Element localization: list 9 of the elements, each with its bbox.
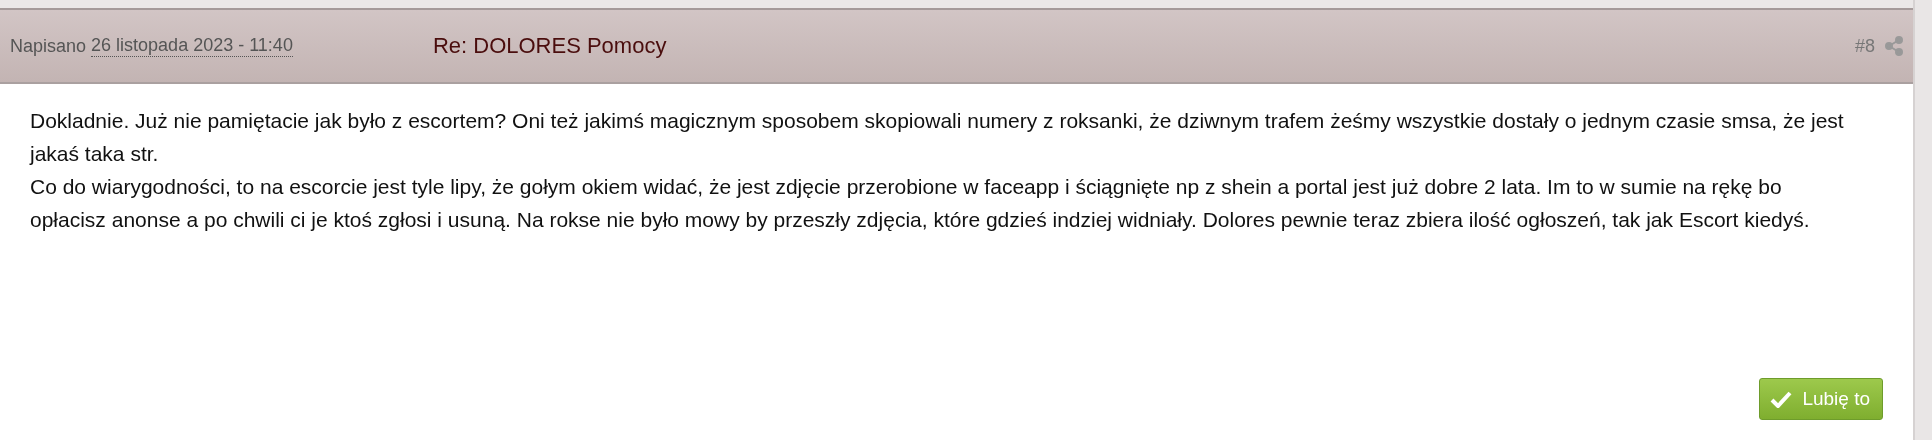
post-date: 26 listopada 2023 - 11:40: [91, 35, 293, 57]
post-number-link[interactable]: #8: [1854, 35, 1875, 57]
like-button[interactable]: Lubię to: [1759, 378, 1883, 420]
checkmark-icon: [1770, 390, 1793, 408]
share-icon[interactable]: [1885, 36, 1903, 56]
posted-label: Napisano: [10, 35, 87, 57]
post-title: Re: DOLORES Pomocy: [432, 33, 667, 59]
post-paragraph: Dokladnie. Już nie pamiętacie jak było z escortem? Oni też jakimś magicznym sposobem skopiowali numery z roksanki, że dziwnym trafem żeśmy wszystkie dostały o jednym czasie smsa, że jest jakaś taka str.: [30, 108, 1845, 167]
post-paragraph: Co do wiarygodności, to na escorcie jest tyle lipy, że gołym okiem widać, że jest zdjęcie przerobione w faceapp i ściągnięte np z shein a portal jest już dobre 2 lata. Im to w sumie na rękę bo opłacisz anonse a po chwili ci je ktoś zgłosi i usuną. Na rokse nie było mowy by przeszły zdjęcia, które gdzieś indziej widniały. Dolores pewnie teraz zbiera ilość ogłoszeń, tak jak Escort kiedyś.: [30, 174, 1811, 233]
